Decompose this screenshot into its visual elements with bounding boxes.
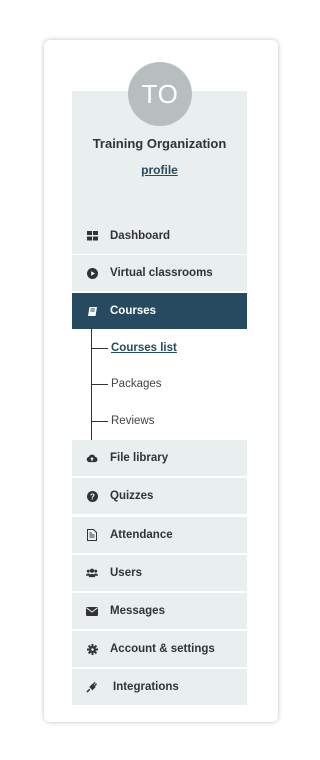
menu-item-attendance[interactable]: Attendance — [72, 517, 247, 553]
menu-item-account-settings[interactable]: Account & settings — [72, 631, 247, 667]
menu-label: Quizzes — [110, 490, 154, 502]
menu-label: Attendance — [110, 529, 173, 541]
menu-label: Integrations — [113, 681, 179, 693]
sidebar-card: TO Training Organization profile Dashboa… — [44, 40, 278, 722]
submenu-item-packages[interactable]: Packages — [91, 376, 162, 392]
menu-label: Courses — [110, 305, 157, 317]
menu-label: Virtual classrooms — [110, 267, 213, 279]
menu-item-quizzes[interactable]: ? Quizzes — [72, 478, 247, 514]
profile-link[interactable]: profile — [72, 163, 247, 177]
menu-item-users[interactable]: Users — [72, 555, 247, 591]
menu-label: File library — [110, 452, 169, 464]
plug-icon — [86, 681, 98, 693]
grid-icon — [86, 230, 98, 242]
document-icon — [86, 529, 98, 541]
users-icon — [86, 567, 98, 579]
submenu-label: Packages — [111, 378, 162, 390]
menu-item-file-library[interactable]: File library — [72, 440, 247, 476]
question-circle-icon: ? — [86, 490, 98, 502]
organization-name: Training Organization — [92, 136, 227, 151]
submenu-item-courses-list[interactable]: Courses list — [91, 340, 177, 356]
cloud-upload-icon — [86, 452, 98, 464]
submenu-label: Reviews — [111, 415, 155, 427]
menu-label: Account & settings — [110, 643, 215, 655]
menu-item-integrations[interactable]: Integrations — [72, 669, 247, 705]
gear-icon — [86, 643, 98, 655]
menu-label: Messages — [110, 605, 165, 617]
book-icon — [86, 305, 98, 317]
menu-item-virtual-classrooms[interactable]: Virtual classrooms — [72, 255, 247, 291]
menu-item-dashboard[interactable]: Dashboard — [72, 218, 247, 254]
avatar[interactable]: TO — [128, 62, 192, 126]
menu-label: Users — [110, 567, 142, 579]
svg-text:?: ? — [90, 492, 95, 501]
menu-item-courses[interactable]: Courses — [72, 293, 247, 329]
menu-label: Dashboard — [110, 230, 171, 242]
envelope-icon — [86, 605, 98, 617]
play-circle-icon — [86, 267, 98, 279]
submenu-item-reviews[interactable]: Reviews — [91, 413, 154, 429]
submenu-label: Courses list — [111, 342, 177, 354]
menu-item-messages[interactable]: Messages — [72, 593, 247, 629]
